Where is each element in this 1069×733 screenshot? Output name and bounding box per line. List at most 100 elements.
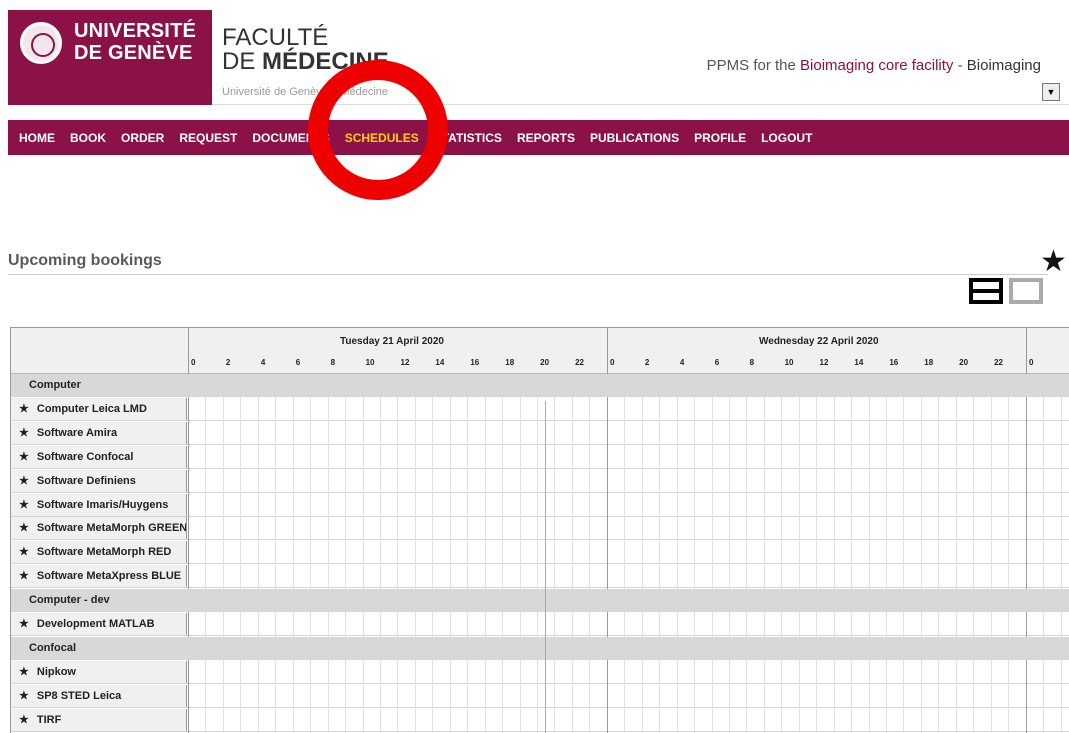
system-row[interactable]: ★ Software Confocal [11, 445, 1069, 469]
hour-label: 4 [679, 358, 685, 367]
system-row[interactable]: ★ Development MATLAB [11, 613, 1069, 636]
single-view-icon[interactable] [1009, 278, 1043, 304]
system-row[interactable]: ★ Software MetaMorph RED [11, 541, 1069, 565]
star-icon[interactable]: ★ [19, 666, 29, 678]
grid-line [1008, 374, 1010, 733]
grid-line [327, 374, 329, 733]
star-icon[interactable]: ★ [19, 522, 29, 534]
grid-line [606, 374, 608, 733]
system-name-cell[interactable]: ★ Nipkow [11, 660, 187, 683]
group-label: Confocal [11, 636, 187, 659]
system-name-cell[interactable]: ★ Software Amira [11, 421, 187, 444]
hour-label: 16 [470, 358, 480, 367]
favorite-star-icon[interactable]: ★ [1040, 247, 1067, 277]
system-name-cell[interactable]: ★ Computer Leica LMD [11, 397, 187, 420]
nav-item-logout[interactable]: LOGOUT [761, 131, 812, 145]
nav-item-home[interactable]: HOME [19, 131, 55, 145]
group-label: Computer - dev [11, 589, 187, 612]
ppms-facility-line: PPMS for the Bioimaging core facility - … [706, 57, 1041, 74]
grid-line [537, 374, 538, 733]
grid-line [781, 374, 783, 733]
title-divider [8, 274, 1048, 275]
grid-line [816, 374, 818, 733]
system-name: Software Definiens [36, 474, 136, 487]
group-label: Computer [11, 374, 187, 396]
facility-select[interactable]: Bioimaging [967, 57, 1041, 74]
day-label: Tuesday 21 April 2020 [340, 336, 444, 347]
nav-item-book[interactable]: BOOK [70, 131, 106, 145]
hour-label: 18 [924, 358, 934, 367]
system-row[interactable]: ★ Nipkow [11, 660, 1069, 684]
grid-line [589, 374, 591, 733]
system-row[interactable]: ★ Software MetaXpress BLUE [11, 565, 1069, 589]
grid-line [467, 374, 469, 733]
star-icon[interactable]: ★ [19, 570, 29, 582]
system-name-cell[interactable]: ★ Software Imaris/Huygens [11, 493, 187, 516]
current-time-line [545, 401, 546, 733]
star-icon[interactable]: ★ [19, 690, 29, 702]
group-row: Computer - dev [11, 589, 1069, 613]
system-name-cell[interactable]: ★ SP8 STED Leica [11, 684, 187, 707]
hour-label: 20 [959, 358, 969, 367]
star-icon[interactable]: ★ [19, 475, 29, 487]
split-view-icon[interactable] [969, 278, 1003, 304]
system-name: Development MATLAB [36, 618, 155, 630]
university-logo[interactable]: UNIVERSITÉ DE GENÈVE [8, 10, 212, 105]
system-row[interactable]: ★ Software Amira [11, 421, 1069, 445]
system-name: Software MetaMorph RED [36, 546, 172, 559]
system-row[interactable]: ★ SP8 STED Leica [11, 684, 1069, 708]
system-row[interactable]: ★ Software Imaris/Huygens [11, 493, 1069, 517]
grid-line [502, 374, 504, 733]
hour-label: 22 [994, 358, 1003, 367]
system-name-cell[interactable]: ★ Software MetaXpress BLUE [11, 565, 187, 588]
page-title: Upcoming bookings [8, 252, 162, 269]
grid-line [903, 374, 905, 733]
hour-label: 8 [330, 358, 336, 367]
star-icon[interactable]: ★ [19, 451, 29, 463]
grid-line [345, 374, 347, 733]
system-row[interactable]: ★ TIRF [11, 708, 1069, 732]
hour-label: 6 [714, 358, 720, 367]
grid-line [222, 374, 224, 733]
system-name-cell[interactable]: ★ Software MetaMorph GREEN [11, 517, 187, 540]
grid-line [519, 374, 521, 733]
grid-line [275, 374, 277, 733]
star-icon[interactable]: ★ [19, 546, 29, 558]
hour-label: 14 [435, 358, 445, 367]
nav-item-order[interactable]: ORDER [121, 131, 164, 145]
system-name-cell[interactable]: ★ TIRF [11, 708, 187, 731]
system-name-cell[interactable]: ★ Software MetaMorph RED [11, 541, 187, 564]
system-row[interactable]: ★ Computer Leica LMD [11, 397, 1069, 421]
grid-line [920, 374, 922, 733]
day-separator [188, 328, 189, 374]
core-facility-link[interactable]: Bioimaging core facility [800, 57, 953, 74]
system-name: TIRF [36, 713, 62, 726]
hour-label: 20 [540, 358, 550, 367]
hour-label: 4 [260, 358, 266, 367]
grid-line [728, 374, 730, 733]
star-icon[interactable]: ★ [19, 714, 29, 726]
system-row[interactable]: ★ Software Definiens [11, 469, 1069, 493]
system-name-cell[interactable]: ★ Development MATLAB [11, 613, 187, 635]
grid-line [188, 374, 189, 733]
grid-line [851, 374, 853, 733]
facility-dropdown-arrow-icon[interactable]: ▼ [1042, 83, 1060, 101]
nav-item-profile[interactable]: PROFILE [694, 131, 746, 145]
system-name-cell[interactable]: ★ Software Definiens [11, 469, 187, 492]
star-icon[interactable]: ★ [19, 618, 29, 630]
schedule-grid: Tuesday 21 April 2020 0 2 4 6 8 10 12 14 16 18 20 22… [10, 327, 1069, 733]
nav-item-reports[interactable]: REPORTS [517, 131, 575, 145]
star-icon[interactable]: ★ [19, 403, 29, 415]
system-name: SP8 STED Leica [36, 689, 122, 702]
nav-item-request[interactable]: REQUEST [179, 131, 237, 145]
day-separator [1026, 328, 1027, 374]
system-name-cell[interactable]: ★ Software Confocal [11, 445, 187, 468]
star-icon[interactable]: ★ [19, 427, 29, 439]
system-row[interactable]: ★ Software MetaMorph GREEN [11, 517, 1069, 541]
star-icon[interactable]: ★ [19, 499, 29, 511]
nav-item-publications[interactable]: PUBLICATIONS [590, 131, 679, 145]
hour-label: 2 [644, 358, 650, 367]
grid-line [624, 374, 626, 733]
group-row: Computer [11, 374, 1069, 397]
system-name: Software Confocal [36, 450, 134, 463]
